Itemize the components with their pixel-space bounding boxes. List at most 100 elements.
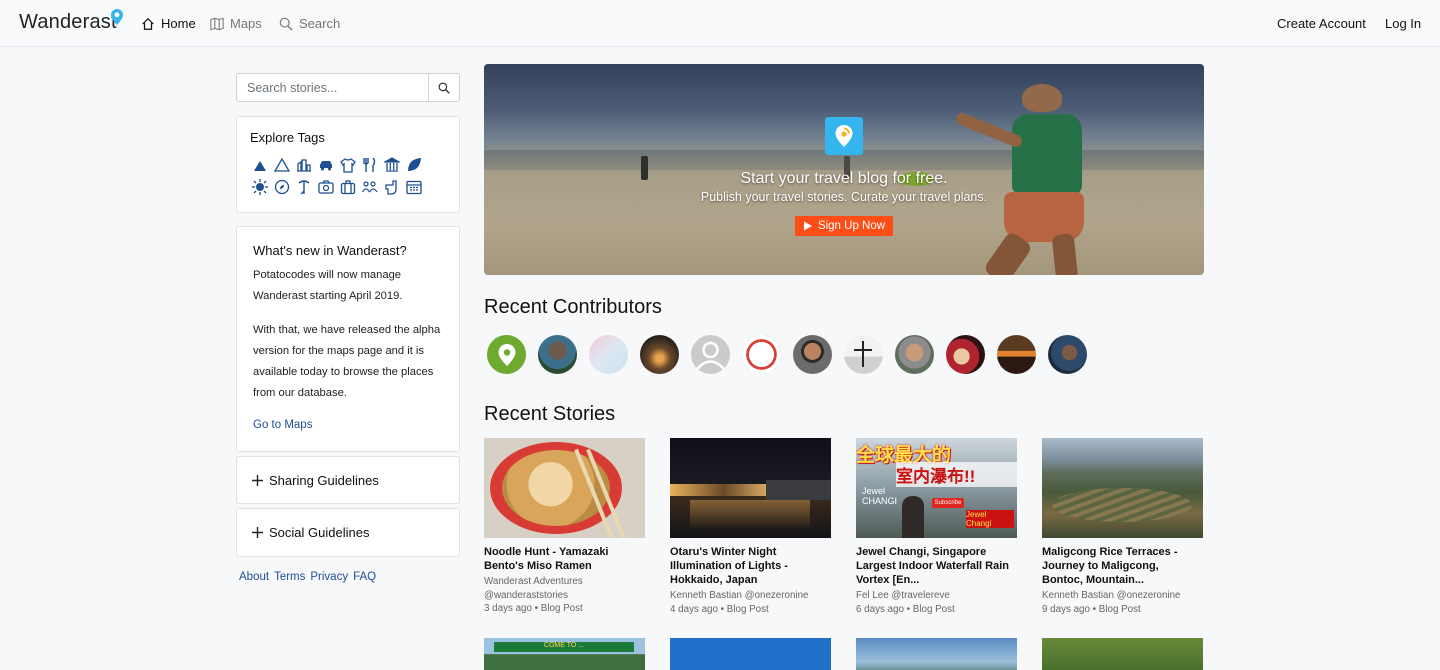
wanderast-app-logo xyxy=(825,117,863,155)
top-navbar: Wanderast Home Maps Search Create Accoun… xyxy=(0,0,1440,47)
tag-icon-grid xyxy=(250,157,426,195)
map-pin-icon xyxy=(111,9,123,25)
social-guidelines-label: Social Guidelines xyxy=(269,525,370,540)
story-card[interactable]: 全球最大的 室内瀑布!! Jewel CHANGI Subscribe Jewe… xyxy=(856,438,1017,616)
story-author[interactable]: Fel Lee @travelereve xyxy=(856,589,1017,603)
sharing-guidelines-label: Sharing Guidelines xyxy=(269,473,379,488)
sign-up-label: Sign Up Now xyxy=(817,220,886,232)
car-icon[interactable] xyxy=(316,157,336,173)
search-icon xyxy=(438,82,450,94)
compass-icon[interactable] xyxy=(272,179,292,195)
story-thumbnail[interactable] xyxy=(856,638,1017,670)
calendar-icon[interactable] xyxy=(404,179,424,195)
story-author[interactable]: Kenneth Bastian @onezeronine xyxy=(1042,589,1203,603)
city-icon[interactable] xyxy=(294,157,314,173)
nav-home[interactable]: Home xyxy=(141,16,196,31)
search-button[interactable] xyxy=(428,74,459,101)
recent-stories-title: Recent Stories xyxy=(484,403,616,425)
thumbnail-caption: Jewel CHANGI xyxy=(862,486,898,506)
footer-faq-link[interactable]: FAQ xyxy=(353,571,376,583)
hiking-icon[interactable] xyxy=(294,179,314,195)
plus-icon xyxy=(252,475,263,486)
go-to-maps-link[interactable]: Go to Maps xyxy=(253,419,312,431)
thumbnail-caption: Jewel Changi xyxy=(966,510,1014,528)
story-title[interactable]: Maligcong Rice Terraces - Journey to Mal… xyxy=(1042,545,1200,587)
search-stories-input[interactable] xyxy=(237,74,429,101)
story-search xyxy=(236,73,460,102)
sharing-guidelines-toggle[interactable]: Sharing Guidelines xyxy=(252,473,379,488)
contributor-avatar[interactable] xyxy=(895,335,934,374)
story-thumbnail[interactable] xyxy=(1042,438,1203,538)
story-author[interactable]: Kenneth Bastian @onezeronine xyxy=(670,589,831,603)
contributor-avatar[interactable] xyxy=(487,335,526,374)
thumbnail-subscribe-badge: Subscribe xyxy=(932,498,964,508)
story-thumbnail[interactable]: 全球最大的 室内瀑布!! Jewel CHANGI Subscribe Jewe… xyxy=(856,438,1017,538)
footer-about-link[interactable]: About xyxy=(239,571,269,583)
story-thumbnail[interactable] xyxy=(670,438,831,538)
museum-icon[interactable] xyxy=(382,157,402,173)
nav-search[interactable]: Search xyxy=(279,16,340,31)
leaf-icon[interactable] xyxy=(404,157,424,173)
story-title[interactable]: Otaru's Winter Night Illumination of Lig… xyxy=(670,545,828,587)
story-title[interactable]: Noodle Hunt - Yamazaki Bento's Miso Rame… xyxy=(484,545,642,573)
create-account-link[interactable]: Create Account xyxy=(1277,16,1366,31)
nav-maps-label: Maps xyxy=(230,16,262,31)
footer-privacy-link[interactable]: Privacy xyxy=(310,571,348,583)
brand-logo[interactable]: Wanderast xyxy=(19,11,117,34)
sign-up-button[interactable]: Sign Up Now xyxy=(795,216,893,236)
news-paragraph-1: Potatocodes will now manage Wanderast st… xyxy=(253,269,403,302)
news-paragraph-2: With that, we have released the alpha ve… xyxy=(253,324,441,399)
social-guidelines-toggle[interactable]: Social Guidelines xyxy=(252,525,369,540)
story-card[interactable]: Maligcong Rice Terraces - Journey to Mal… xyxy=(1042,438,1203,616)
footer-terms-link[interactable]: Terms xyxy=(274,571,305,583)
whats-new-card: What's new in Wanderast? Potatocodes wil… xyxy=(236,226,460,452)
contributor-avatar[interactable] xyxy=(691,335,730,374)
shirt-icon[interactable] xyxy=(338,157,358,173)
camera-icon[interactable] xyxy=(316,179,336,195)
map-pin-icon xyxy=(498,343,515,366)
search-icon xyxy=(279,17,293,31)
contributor-avatar[interactable] xyxy=(742,335,781,374)
sharing-guidelines-card[interactable]: Sharing Guidelines xyxy=(236,456,460,504)
explore-tags-title: Explore Tags xyxy=(250,130,325,145)
hero-subtitle: Publish your travel stories. Curate your… xyxy=(700,190,988,204)
story-title[interactable]: Jewel Changi, Singapore Largest Indoor W… xyxy=(856,545,1014,587)
nav-search-label: Search xyxy=(299,16,341,31)
recent-contributors-title: Recent Contributors xyxy=(484,296,662,318)
social-guidelines-card[interactable]: Social Guidelines xyxy=(236,508,460,557)
sun-icon[interactable] xyxy=(250,179,270,195)
contributor-avatar[interactable] xyxy=(589,335,628,374)
story-card[interactable]: Noodle Hunt - Yamazaki Bento's Miso Rame… xyxy=(484,438,645,616)
contributor-avatar[interactable] xyxy=(997,335,1036,374)
footer-links: About Terms Privacy FAQ xyxy=(239,571,376,583)
user-placeholder-icon xyxy=(696,341,725,370)
hitchhike-icon[interactable] xyxy=(382,179,402,195)
contributor-avatar-list xyxy=(487,335,1087,374)
story-meta: 3 days ago • Blog Post xyxy=(484,603,583,614)
plus-icon xyxy=(252,527,263,538)
nav-home-label: Home xyxy=(161,16,196,31)
contributor-avatar[interactable] xyxy=(844,335,883,374)
story-thumbnail[interactable]: COME TO ... xyxy=(484,638,645,670)
contributor-avatar[interactable] xyxy=(946,335,985,374)
luggage-icon[interactable] xyxy=(338,179,358,195)
contributor-avatar[interactable] xyxy=(640,335,679,374)
story-author[interactable]: Wanderast Adventures @wanderaststories xyxy=(484,575,645,602)
nav-maps[interactable]: Maps xyxy=(210,16,262,31)
story-thumbnail[interactable] xyxy=(1042,638,1203,670)
food-icon[interactable] xyxy=(360,157,380,173)
story-meta: 9 days ago • Blog Post xyxy=(1042,603,1141,615)
thumbnail-caption: 室内瀑布!! xyxy=(896,462,1017,487)
contributor-avatar[interactable] xyxy=(538,335,577,374)
mountain-icon[interactable] xyxy=(272,157,292,173)
whats-new-title: What's new in Wanderast? xyxy=(253,243,407,258)
story-thumbnail[interactable] xyxy=(670,638,831,670)
login-link[interactable]: Log In xyxy=(1385,16,1421,31)
story-card[interactable]: Otaru's Winter Night Illumination of Lig… xyxy=(670,438,831,616)
people-icon[interactable] xyxy=(360,179,380,195)
contributor-avatar[interactable] xyxy=(793,335,832,374)
story-meta: 4 days ago • Blog Post xyxy=(670,603,769,615)
contributor-avatar[interactable] xyxy=(1048,335,1087,374)
camping-icon[interactable] xyxy=(250,157,270,173)
story-thumbnail[interactable] xyxy=(484,438,645,538)
